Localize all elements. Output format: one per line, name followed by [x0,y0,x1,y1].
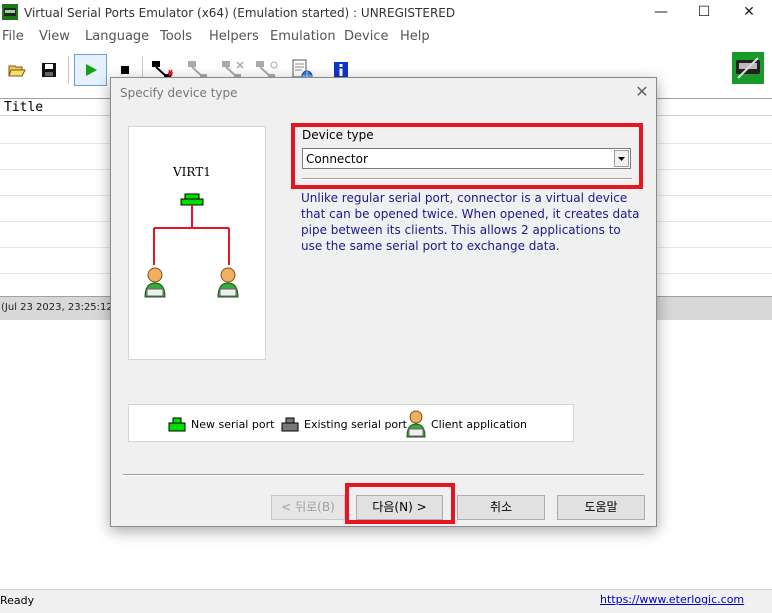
specify-device-type-dialog: Specify device type ✕ VIRT1 Device type … [110,77,657,527]
separator-line [123,474,644,476]
legend-new-port-label: New serial port [191,417,275,431]
play-icon [85,64,97,76]
website-link[interactable]: https://www.eterlogic.com [600,593,744,606]
client-application-icon [144,267,166,298]
dialog-title: Specify device type [120,86,238,100]
stop-icon [121,66,129,74]
open-button[interactable] [3,54,31,86]
legend-client-app-label: Client application [431,417,528,431]
legend-existing-port: Existing serial port [280,405,407,443]
legend-client-app: Client application [405,405,527,443]
help-button[interactable]: 도움말 [557,495,645,520]
legend-new-port: New serial port [167,405,274,443]
existing-serial-port-icon [281,417,299,432]
status-bar: Ready https://www.eterlogic.com [0,589,772,613]
menu-language[interactable]: Language [85,29,149,44]
new-serial-port-icon [168,417,186,432]
app-icon [2,4,18,20]
connector-diagram [144,193,239,298]
menu-bar: File View Language Tools Helpers Emulati… [0,26,772,48]
serial-port-logo-icon [732,52,764,84]
back-button[interactable]: < 뒤로(B) [271,495,345,520]
app-window: Virtual Serial Ports Emulator (x64) (Emu… [0,0,772,613]
menu-view[interactable]: View [39,29,70,44]
close-button[interactable]: ✕ [726,0,772,26]
start-emulation-button[interactable] [74,54,107,86]
cancel-button[interactable]: 취소 [457,495,545,520]
menu-tools[interactable]: Tools [160,29,192,44]
status-text: Ready [0,594,35,607]
folder-open-icon [8,65,26,77]
menu-device[interactable]: Device [344,29,388,44]
device-diagram-preview: VIRT1 [128,126,266,360]
toolbar-separator [68,56,69,84]
minimize-button[interactable]: — [638,0,684,26]
legend-existing-port-label: Existing serial port [304,417,407,431]
dialog-close-button[interactable]: ✕ [632,83,652,101]
client-application-icon [217,267,239,298]
column-title[interactable]: Title [4,100,43,115]
menu-emulation[interactable]: Emulation [270,29,336,44]
log-entry: (Jul 23 2023, 23:25:12 [1,302,113,313]
highlight-box-next-button [345,483,455,524]
new-serial-port-icon [180,193,204,206]
menu-helpers[interactable]: Helpers [209,29,259,44]
client-application-icon [406,410,426,438]
floppy-disk-icon [42,63,56,77]
menu-help[interactable]: Help [400,29,430,44]
title-bar: Virtual Serial Ports Emulator (x64) (Emu… [0,0,772,26]
maximize-button[interactable]: ☐ [681,0,727,26]
diagram-legend: New serial port Existing serial port Cli… [128,404,574,442]
save-button[interactable] [35,54,63,86]
menu-file[interactable]: File [2,29,24,44]
device-description: Unlike regular serial port, connector is… [301,191,640,253]
highlight-box-device-type [291,123,643,189]
window-title: Virtual Serial Ports Emulator (x64) (Emu… [24,6,456,20]
